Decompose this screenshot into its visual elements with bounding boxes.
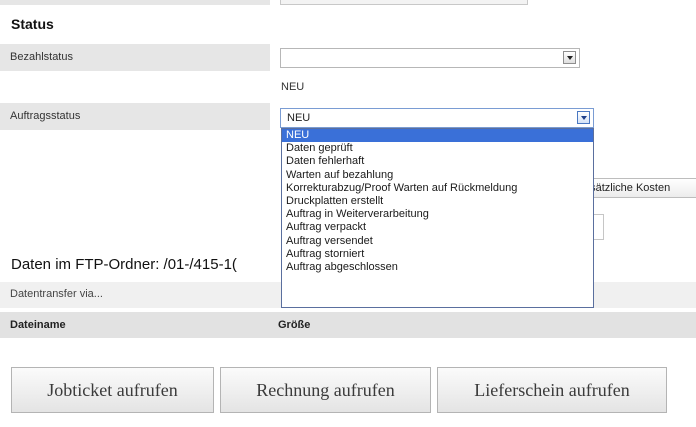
column-header-size: Größe	[278, 319, 311, 331]
dropdown-option-storniert[interactable]: Auftrag storniert	[282, 248, 593, 261]
previous-row-label-cell	[0, 0, 270, 5]
dropdown-option-versendet[interactable]: Auftrag versendet	[282, 235, 593, 248]
dropdown-option-daten-geprueft[interactable]: Daten geprüft	[282, 142, 593, 155]
order-status-select[interactable]: NEU	[280, 108, 594, 128]
dropdown-option-weiterverarbeitung[interactable]: Auftrag in Weiterverarbeitung	[282, 208, 593, 221]
dropdown-option-verpackt[interactable]: Auftrag verpackt	[282, 221, 593, 234]
order-status-value: NEU	[287, 112, 311, 124]
dropdown-option-daten-fehlerhaft[interactable]: Daten fehlerhaft	[282, 155, 593, 168]
invoice-button[interactable]: Rechnung aufrufen	[220, 367, 431, 413]
dropdown-option-abgeschlossen[interactable]: Auftrag abgeschlossen	[282, 261, 593, 274]
order-status-label: Auftragsstatus	[0, 103, 270, 130]
ftp-folder-heading: Daten im FTP-Ordner: /01-/415-1(	[11, 256, 237, 273]
payment-status-label: Bezahlstatus	[0, 44, 270, 71]
dropdown-option-neu[interactable]: NEU	[282, 129, 593, 143]
chevron-down-icon[interactable]	[563, 51, 576, 64]
previous-row-strip	[0, 0, 696, 6]
extra-costs-button[interactable]: usätzliche Kosten	[580, 178, 696, 198]
chevron-down-icon[interactable]	[577, 111, 590, 124]
order-status-dropdown-list[interactable]: NEU Daten geprüft Daten fehlerhaft Warte…	[281, 128, 594, 308]
jobticket-button[interactable]: Jobticket aufrufen	[11, 367, 214, 413]
data-transfer-label[interactable]: Datentransfer via...	[10, 288, 103, 300]
delivery-note-button[interactable]: Lieferschein aufrufen	[437, 367, 667, 413]
payment-status-select[interactable]	[280, 48, 580, 68]
previous-row-field[interactable]	[280, 0, 528, 5]
extra-costs-button-label: usätzliche Kosten	[584, 182, 671, 194]
dropdown-option-druckplatten-erstellt[interactable]: Druckplatten erstellt	[282, 195, 593, 208]
column-header-filename: Dateiname	[10, 319, 66, 331]
file-table-header	[0, 312, 696, 338]
current-status-text: NEU	[281, 81, 305, 93]
dropdown-option-korrekturabzug[interactable]: Korrekturabzug/Proof Warten auf Rückmeld…	[282, 182, 593, 195]
dropdown-option-warten-auf-bezahlung[interactable]: Warten auf bezahlung	[282, 169, 593, 182]
status-section-title: Status	[11, 16, 54, 32]
